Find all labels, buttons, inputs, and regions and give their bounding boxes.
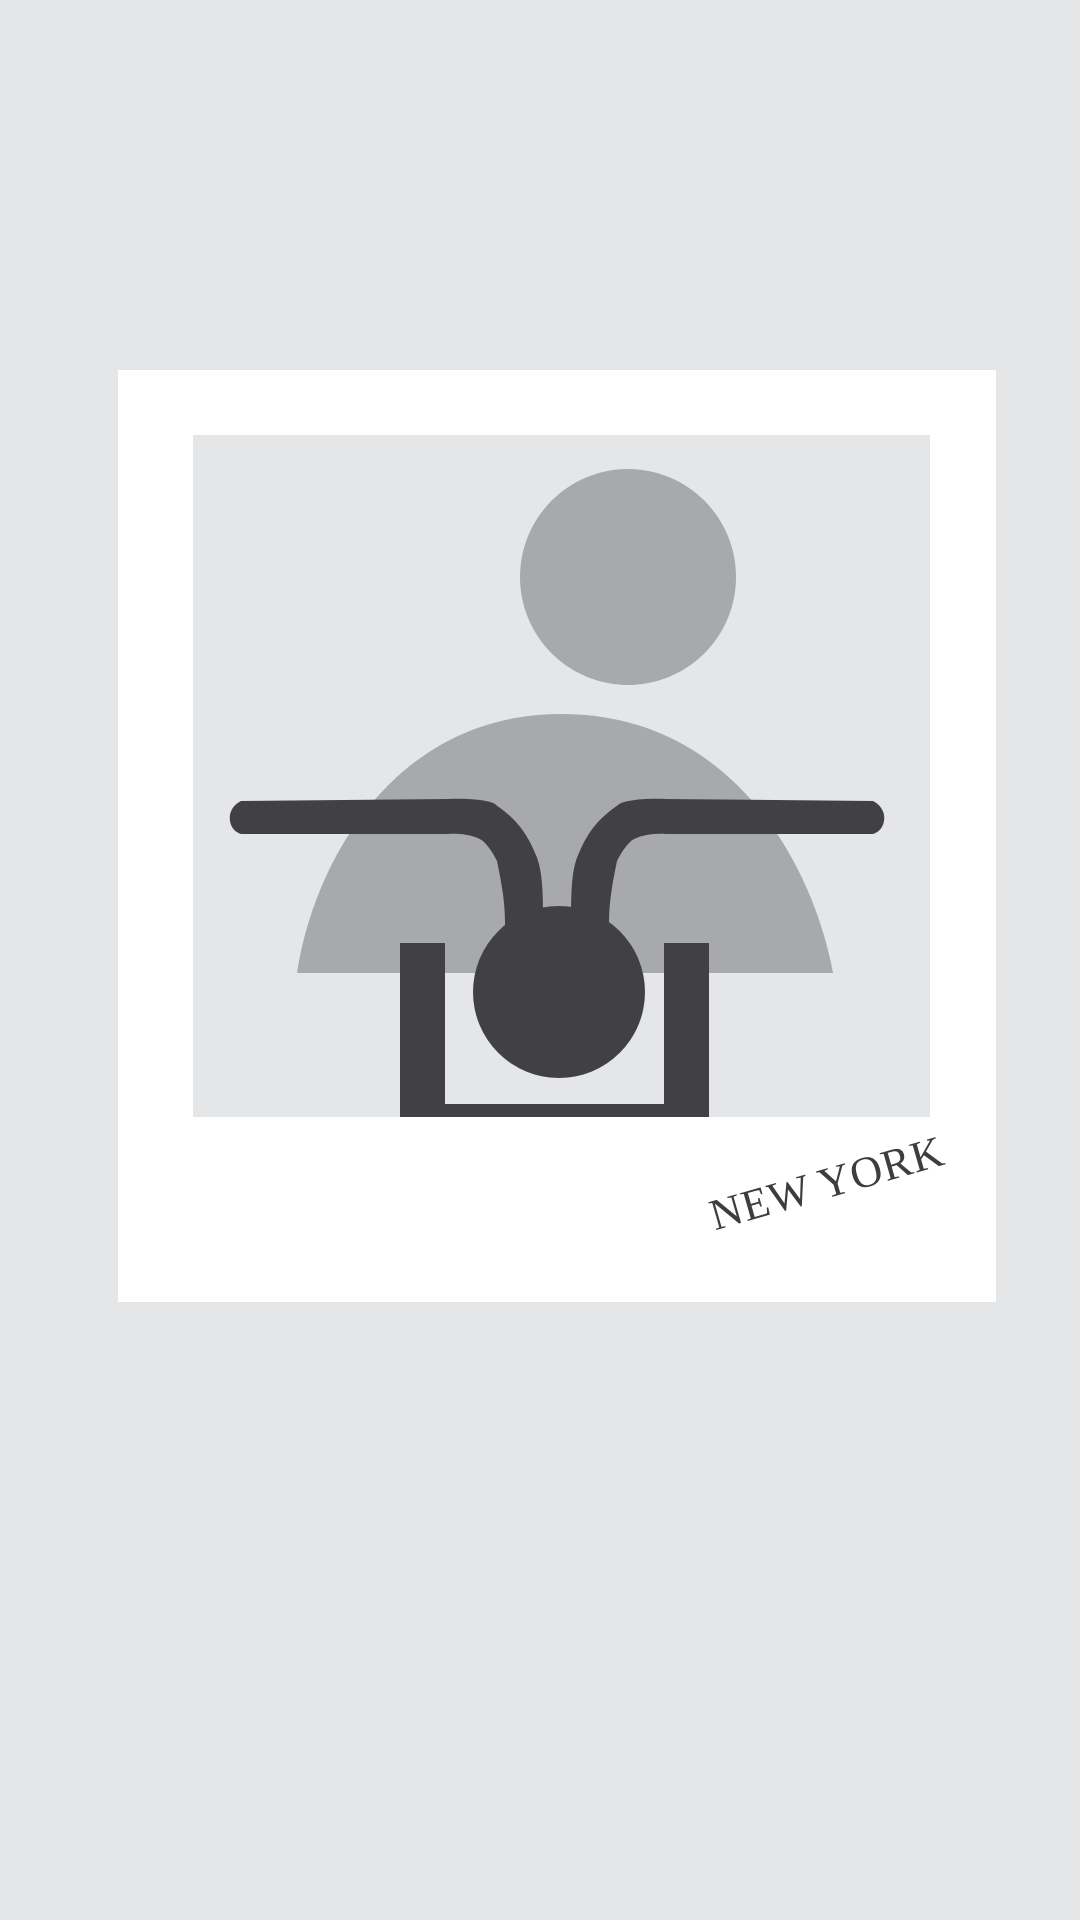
hub-circle-shape	[473, 906, 645, 1078]
left-handlebar-shape	[229, 798, 543, 925]
bicycle-handlebar-icon	[229, 798, 885, 1117]
right-handlebar-shape	[571, 798, 885, 925]
photo-placeholder	[193, 435, 930, 1117]
polaroid-frame: NEW YORK	[118, 370, 996, 1302]
caption-text: NEW YORK	[704, 1126, 950, 1241]
